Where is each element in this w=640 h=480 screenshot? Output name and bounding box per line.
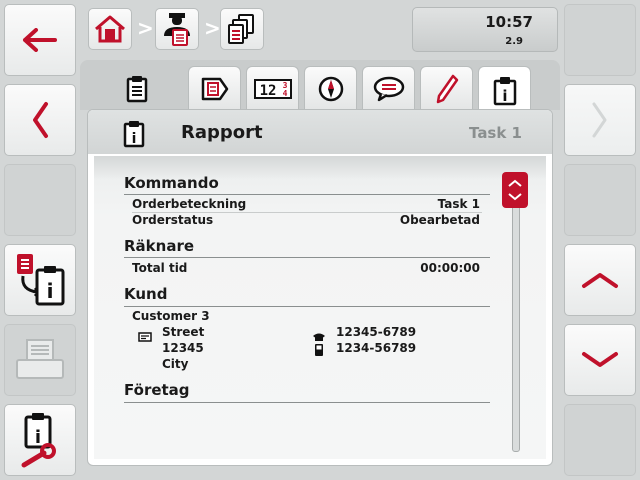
tab-task-data[interactable] [110,66,163,111]
customer-zip: 12345 [162,341,204,355]
row-value-total-time: 00:00:00 [420,261,480,275]
report-import-icon: i [17,254,65,306]
report-panel: i Rapport Task 1 Kommando Orderbetecknin… [87,109,553,466]
scroll-up-button[interactable] [564,244,636,316]
counter-123-icon: 12 3 4 [253,79,292,99]
clipboard-icon [126,75,147,102]
section-title-kommando: Kommando [124,174,219,192]
empty-slot-right-3 [564,404,636,476]
report-settings-icon: i [21,413,56,468]
tab-navigation[interactable] [304,66,357,111]
svg-text:i: i [47,279,54,303]
section-title-raknare: Räknare [124,237,195,255]
svg-text:i: i [502,87,507,105]
customer-mobile: 1234-56789 [336,341,417,355]
page-title: Rapport [181,122,263,143]
printer-icon [16,339,64,379]
back-button[interactable] [4,4,76,76]
task-name: Task 1 [469,124,522,142]
scrollbar-thumb[interactable] [502,172,528,208]
status-clock: 10:57 2.9 [412,7,558,52]
breadcrumb-separator: > [137,16,154,40]
print-button[interactable] [4,324,76,396]
pencil-icon [436,74,458,104]
task-list-icon [228,14,254,44]
tab-comments[interactable] [362,66,415,111]
report-info-icon: i [493,76,516,105]
next-button[interactable] [564,84,636,156]
row-label-total-time: Total tid [132,261,188,275]
empty-slot-right-2 [564,164,636,236]
clock-sub: 2.9 [505,36,523,47]
svg-text:i: i [132,131,137,147]
tab-notes[interactable] [420,66,473,111]
scroll-grip-icon [508,179,522,201]
compass-icon [318,76,343,102]
customer-name: Customer 3 [132,309,210,323]
home-icon [95,15,125,43]
row-label-order-status: Orderstatus [132,213,214,227]
svg-text:i: i [35,427,41,448]
comment-icon [373,76,404,102]
section-title-kund: Kund [124,285,168,303]
mobile-icon [314,342,324,361]
section-title-foretag: Företag [124,381,190,399]
section-divider [124,194,490,195]
chevron-left-icon [33,102,48,138]
customer-city: City [162,357,189,371]
svg-text:12: 12 [259,83,276,99]
section-divider [124,306,490,307]
previous-button[interactable] [4,84,76,156]
empty-slot-left [4,164,76,236]
address-icon [138,327,152,346]
customer-street: Street [162,325,205,339]
scrollbar-track[interactable] [512,172,520,452]
import-report-button[interactable]: i [4,244,76,316]
tab-report[interactable]: i [478,66,531,114]
operator-task-icon [164,13,190,46]
customer-phone: 12345-6789 [336,325,417,339]
section-divider [124,402,490,403]
breadcrumb-home[interactable] [88,8,132,50]
empty-slot-right-1 [564,4,636,76]
arrow-left-icon [23,28,57,52]
tab-order[interactable] [188,66,241,111]
panel-header: i Rapport Task 1 [88,110,552,156]
row-value-order-name: Task 1 [437,197,480,211]
clock-time: 10:57 [485,13,533,31]
chevron-right-icon [592,102,607,138]
chevron-down-icon [582,352,618,367]
order-forward-icon [201,77,228,101]
breadcrumb-operator-task[interactable] [155,8,199,50]
section-divider [124,257,490,258]
svg-text:4: 4 [282,89,287,98]
scroll-down-button[interactable] [564,324,636,396]
breadcrumb-separator: > [204,16,221,40]
report-settings-button[interactable]: i [4,404,76,476]
chevron-up-icon [582,273,618,288]
breadcrumb-task-list[interactable] [220,8,264,50]
row-value-order-status: Obearbetad [399,213,480,227]
tab-counters[interactable]: 12 3 4 [246,66,299,111]
row-label-order-name: Orderbeteckning [132,197,247,211]
report-info-icon: i [123,120,145,152]
